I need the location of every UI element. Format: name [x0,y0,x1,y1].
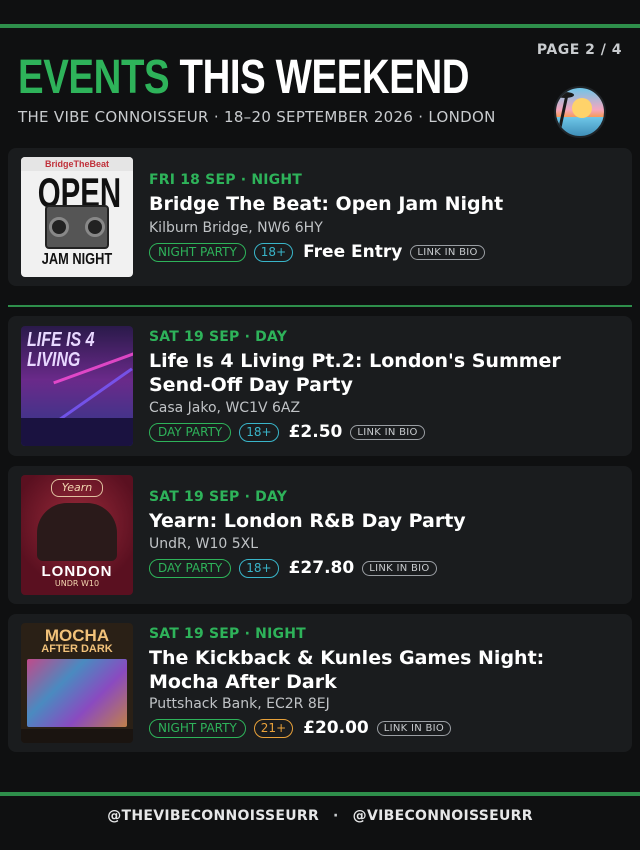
event-title: Bridge The Beat: Open Jam Night [149,193,504,215]
section-divider [8,305,632,307]
event-meta: DAY PARTY 18+ £27.80 LINK IN BIO [149,558,437,578]
page-subtitle: THE VIBE CONNOISSEUR · 18–20 SEPTEMBER 2… [18,108,496,126]
poster-collage [27,659,127,727]
event-meta: NIGHT PARTY 18+ Free Entry LINK IN BIO [149,242,485,262]
event-poster: MOCHA AFTER DARK [21,623,133,743]
poster-subline: JAM NIGHT [41,251,113,268]
event-type-badge: NIGHT PARTY [149,242,246,262]
page-indicator: PAGE 2 / 4 [536,42,622,58]
event-poster: LIFE IS 4 LIVING [21,326,133,446]
link-in-bio-badge[interactable]: LINK IN BIO [410,244,485,260]
event-venue: Kilburn Bridge, NW6 6HY [149,220,323,236]
event-title: Yearn: London R&B Day Party [149,510,466,532]
event-type-badge: DAY PARTY [149,422,232,442]
event-card[interactable]: MOCHA AFTER DARK SAT 19 SEP · NIGHT The … [8,614,632,752]
poster-subline: AFTER DARK [41,643,113,655]
event-card[interactable]: LIFE IS 4 LIVING SAT 19 SEP · DAY Life I… [8,316,632,456]
event-title: Life Is 4 Living Pt.2: London's Summer S… [149,350,561,396]
age-badge: 18+ [253,242,294,262]
event-title: The Kickback & Kunles Games Night: Mocha… [149,647,545,693]
age-badge: 21+ [253,718,294,738]
event-meta: NIGHT PARTY 21+ £20.00 LINK IN BIO [149,718,452,738]
event-poster: Yearn LONDON UNDR W10 [21,475,133,595]
event-date: FRI 18 SEP · NIGHT [149,172,303,188]
event-date: SAT 19 SEP · DAY [149,489,288,505]
event-venue: Casa Jako, WC1V 6AZ [149,400,301,416]
age-badge: 18+ [239,558,279,578]
event-date: SAT 19 SEP · DAY [149,329,288,345]
link-in-bio-badge[interactable]: LINK IN BIO [350,424,425,440]
event-card[interactable]: BridgeTheBeat OPEN JAM NIGHT FRI 18 SEP … [8,148,632,286]
title-main: THIS WEEKEND [179,51,470,104]
footer-handles: @THEVIBECONNOISSEURR · @VIBECONNOISSEURR [0,808,640,824]
event-type-badge: DAY PARTY [149,558,232,578]
top-divider [0,24,640,28]
link-in-bio-badge[interactable]: LINK IN BIO [376,720,452,736]
instagram-handle[interactable]: @THEVIBECONNOISSEURR [107,808,319,824]
page-title: EVENTS THIS WEEKEND [18,50,470,106]
link-in-bio-badge[interactable]: LINK IN BIO [362,560,437,576]
event-venue: Puttshack Bank, EC2R 8EJ [149,696,330,712]
event-venue: UndR, W10 5XL [149,536,259,552]
age-badge: 18+ [239,422,279,442]
event-price: £27.80 [288,558,355,578]
event-date: SAT 19 SEP · NIGHT [149,626,306,642]
poster-brand: Yearn [51,479,103,497]
secondary-handle[interactable]: @VIBECONNOISSEURR [353,808,533,824]
footer-separator: · [333,808,339,824]
event-price: £2.50 [288,422,343,442]
poster-crowd [37,503,117,561]
event-type-badge: NIGHT PARTY [149,718,246,738]
event-card[interactable]: Yearn LONDON UNDR W10 SAT 19 SEP · DAY Y… [8,466,632,604]
event-poster: BridgeTheBeat OPEN JAM NIGHT [21,157,133,277]
bottom-divider [0,792,640,796]
event-price: Free Entry [303,242,403,262]
event-price: £20.00 [303,718,369,738]
palm-sunset-logo-icon [554,86,606,138]
title-accent: EVENTS [18,51,170,104]
event-meta: DAY PARTY 18+ £2.50 LINK IN BIO [149,422,425,442]
poster-headline: LONDON [41,563,113,580]
poster-subline: UNDR W10 [54,579,100,588]
